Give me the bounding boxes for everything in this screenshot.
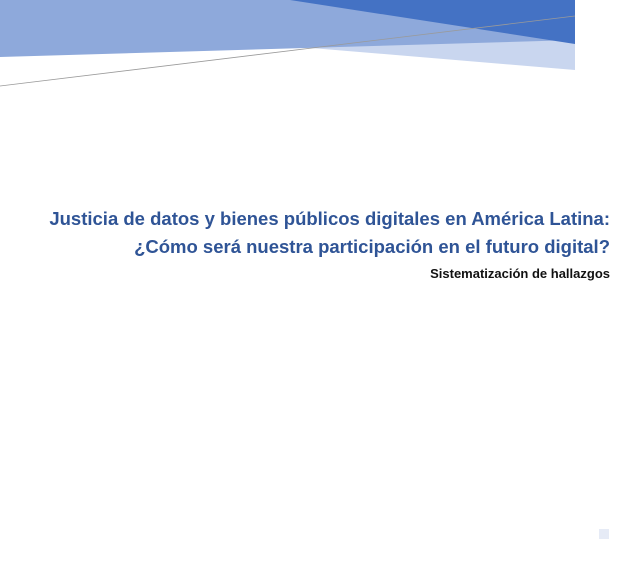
document-title-line-2: ¿Cómo será nuestra participación en el f… — [134, 236, 610, 257]
document-title-line-1: Justicia de datos y bienes públicos digi… — [49, 208, 610, 229]
title-block: Justicia de datos y bienes públicos digi… — [30, 205, 610, 283]
header-banner-graphic — [0, 0, 576, 87]
page-corner-mark — [599, 529, 609, 539]
document-subtitle: Sistematización de hallazgos — [430, 266, 610, 281]
document-page: Justicia de datos y bienes públicos digi… — [0, 0, 642, 585]
